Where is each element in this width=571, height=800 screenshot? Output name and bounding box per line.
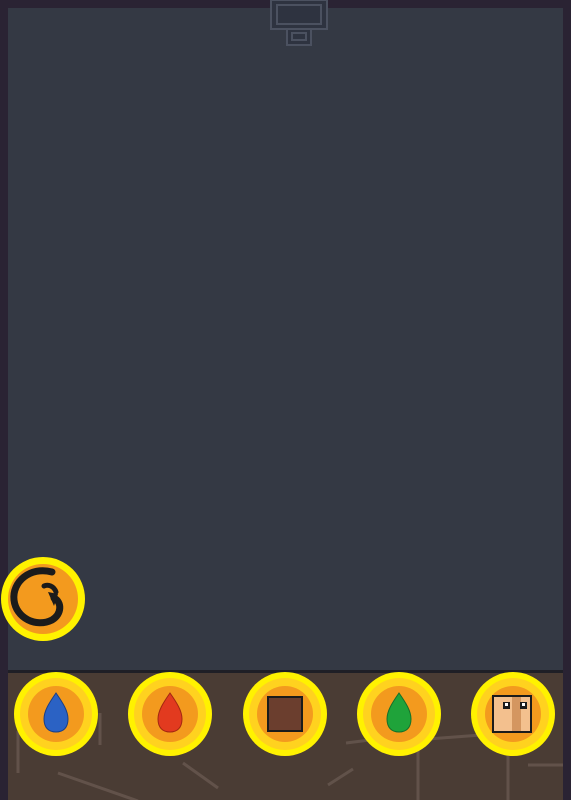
- hotbar-slot-dirt[interactable]: [242, 671, 328, 757]
- hotbar-slot-plant[interactable]: [356, 671, 442, 757]
- undo-button[interactable]: [0, 556, 86, 642]
- hotbar-slot-water[interactable]: [13, 671, 99, 757]
- hotbar-slot-character[interactable]: [470, 671, 556, 757]
- undo-swirl-icon: [1, 557, 85, 641]
- character-face-icon: [492, 695, 532, 733]
- dirt-block-icon: [267, 696, 303, 732]
- play-area[interactable]: [8, 8, 563, 670]
- hotbar-slot-fire[interactable]: [127, 671, 213, 757]
- dropper-icon: [270, 0, 328, 46]
- game-stage: [0, 0, 571, 800]
